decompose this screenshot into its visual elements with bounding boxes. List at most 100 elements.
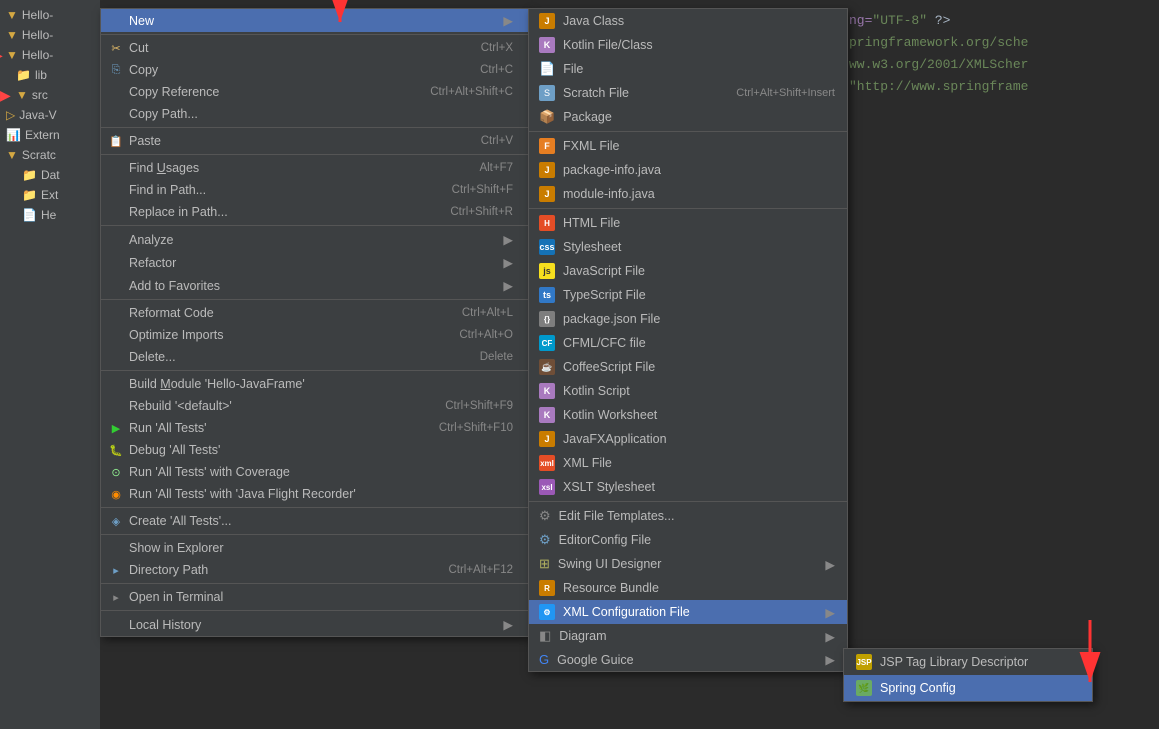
submenu-sep-2 — [529, 208, 847, 209]
menu-item-analyze[interactable]: Analyze ▶ — [101, 228, 529, 251]
submenu-item-javafx[interactable]: J JavaFXApplication — [529, 427, 847, 451]
submenu-item-pkg-info[interactable]: J package-info.java — [529, 158, 847, 182]
menu-item-rebuild[interactable]: Rebuild '<default>' Ctrl+Shift+F9 — [101, 395, 529, 417]
submenu-item-xslt[interactable]: xsl XSLT Stylesheet — [529, 475, 847, 499]
scratch-icon: S — [539, 85, 555, 101]
shortcut-optimize: Ctrl+Alt+O — [459, 329, 513, 341]
menu-item-dir-path[interactable]: ▸ Directory Path Ctrl+Alt+F12 — [101, 559, 529, 581]
submenu-item-resource-bundle[interactable]: R Resource Bundle — [529, 576, 847, 600]
folder-icon: 📁 — [22, 168, 37, 182]
sidebar-label: Scratc — [22, 148, 56, 162]
submenu-item-cfml[interactable]: CF CFML/CFC file — [529, 331, 847, 355]
menu-label: Refactor — [129, 256, 176, 270]
menu-item-find-usages[interactable]: Find Usages Alt+F7 — [101, 157, 529, 179]
submenu-item-coffee[interactable]: ☕ CoffeeScript File — [529, 355, 847, 379]
fxml-icon: F — [539, 138, 555, 154]
menu-item-delete[interactable]: Delete... Delete — [101, 346, 529, 368]
folder-icon: ▼ — [6, 148, 18, 162]
menu-label: Copy — [129, 63, 158, 77]
sidebar: ▼ Hello- ▼ Hello- ▶ ▼ Hello- 📁 lib ▶ ▼ s… — [0, 0, 100, 729]
sidebar-item-ext[interactable]: 📁 Ext — [0, 185, 100, 205]
submenu-item-css[interactable]: css Stylesheet — [529, 235, 847, 259]
kotlin-script-icon: K — [539, 383, 555, 399]
submenu-item-jsp-tag[interactable]: JSP JSP Tag Library Descriptor — [844, 649, 1092, 675]
submenu-item-google-guice[interactable]: G Google Guice ▶ — [529, 648, 847, 671]
sidebar-label: Java-V — [19, 108, 56, 122]
submenu-item-mod-info[interactable]: J module-info.java — [529, 182, 847, 206]
sidebar-item-dat[interactable]: 📁 Dat — [0, 165, 100, 185]
submenu-item-html[interactable]: H HTML File — [529, 211, 847, 235]
sidebar-item-hello1[interactable]: ▼ Hello- — [0, 5, 100, 25]
menu-item-build[interactable]: Build Module 'Hello-JavaFrame' — [101, 373, 529, 395]
xml-config-arrow: ▶ — [825, 605, 835, 620]
menu-label: Create 'All Tests'... — [129, 514, 232, 528]
menu-separator-8 — [101, 534, 529, 535]
sidebar-item-javav[interactable]: ▷ Java-V — [0, 105, 100, 125]
json-icon: {} — [539, 311, 555, 327]
submenu-label: FXML File — [563, 139, 620, 153]
submenu-label: module-info.java — [563, 187, 655, 201]
sidebar-item-hello2[interactable]: ▼ Hello- — [0, 25, 100, 45]
submenu-item-json[interactable]: {} package.json File — [529, 307, 847, 331]
menu-item-paste[interactable]: 📋 Paste Ctrl+V — [101, 130, 529, 152]
menu-item-find-path[interactable]: Find in Path... Ctrl+Shift+F — [101, 179, 529, 201]
submenu-label: Stylesheet — [563, 240, 621, 254]
submenu-item-spring-config[interactable]: 🌿 Spring Config — [844, 675, 1092, 701]
spring-icon: 🌿 — [856, 680, 872, 696]
editor-content: ng="UTF-8" ?> pringframework.org/sche ww… — [839, 0, 1159, 729]
submenu-item-js[interactable]: js JavaScript File — [529, 259, 847, 283]
menu-item-copy-path[interactable]: Copy Path... — [101, 103, 529, 125]
menu-item-coverage[interactable]: ⊙ Run 'All Tests' with Coverage — [101, 461, 529, 483]
sidebar-label: He — [41, 208, 56, 222]
javafx-icon: J — [539, 431, 555, 447]
sidebar-item-extern[interactable]: 📊 Extern — [0, 125, 100, 145]
submenu-item-fxml[interactable]: F FXML File — [529, 134, 847, 158]
sidebar-label: Ext — [41, 188, 58, 202]
menu-item-refactor[interactable]: Refactor ▶ — [101, 251, 529, 274]
sidebar-label: src — [32, 88, 48, 102]
menu-item-run-tests[interactable]: ▶ Run 'All Tests' Ctrl+Shift+F10 — [101, 417, 529, 439]
menu-item-debug-tests[interactable]: 🐛 Debug 'All Tests' — [101, 439, 529, 461]
submenu-item-java-class[interactable]: J Java Class — [529, 9, 847, 33]
menu-item-favorites[interactable]: Add to Favorites ▶ — [101, 274, 529, 297]
submenu-item-file-templates[interactable]: ⚙ Edit File Templates... — [529, 504, 847, 528]
submenu-item-xml-config[interactable]: ⚙ XML Configuration File ▶ — [529, 600, 847, 624]
create-icon: ◈ — [107, 515, 125, 528]
submenu-item-scratch[interactable]: S Scratch File Ctrl+Alt+Shift+Insert — [529, 81, 847, 105]
menu-item-optimize[interactable]: Optimize Imports Ctrl+Alt+O — [101, 324, 529, 346]
shortcut-scratch: Ctrl+Alt+Shift+Insert — [736, 87, 835, 99]
favorites-arrow: ▶ — [503, 278, 513, 293]
submenu-item-file[interactable]: 📄 File — [529, 57, 847, 81]
coffee-icon: ☕ — [539, 359, 555, 375]
sidebar-item-he[interactable]: 📄 He — [0, 205, 100, 225]
submenu-item-kotlin-worksheet[interactable]: K Kotlin Worksheet — [529, 403, 847, 427]
submenu-label: Google Guice — [557, 653, 633, 667]
sidebar-item-src[interactable]: ▶ ▼ src — [0, 85, 100, 105]
menu-item-flight[interactable]: ◉ Run 'All Tests' with 'Java Flight Reco… — [101, 483, 529, 505]
menu-item-explorer[interactable]: Show in Explorer — [101, 537, 529, 559]
menu-item-terminal[interactable]: ▸ Open in Terminal — [101, 586, 529, 608]
sidebar-label: Hello- — [22, 8, 53, 22]
menu-item-replace-path[interactable]: Replace in Path... Ctrl+Shift+R — [101, 201, 529, 223]
menu-item-copy[interactable]: ⎘ Copy Ctrl+C — [101, 59, 529, 81]
menu-item-cut[interactable]: ✂ Cut Ctrl+X — [101, 37, 529, 59]
submenu-item-xml[interactable]: xml XML File — [529, 451, 847, 475]
shortcut-rebuild: Ctrl+Shift+F9 — [445, 400, 513, 412]
menu-item-reformat[interactable]: Reformat Code Ctrl+Alt+L — [101, 302, 529, 324]
menu-item-copy-reference[interactable]: Copy Reference Ctrl+Alt+Shift+C — [101, 81, 529, 103]
submenu-item-package[interactable]: 📦 Package — [529, 105, 847, 129]
submenu-item-kotlin-class[interactable]: K Kotlin File/Class — [529, 33, 847, 57]
submenu-label: Edit File Templates... — [559, 509, 675, 523]
menu-item-history[interactable]: Local History ▶ — [101, 613, 529, 636]
sidebar-item-lib[interactable]: 📁 lib — [0, 65, 100, 85]
sidebar-item-scratch[interactable]: ▼ Scratc — [0, 145, 100, 165]
submenu-item-editorconfig[interactable]: ⚙ EditorConfig File — [529, 528, 847, 552]
submenu-item-swing[interactable]: ⊞ Swing UI Designer ▶ — [529, 552, 847, 576]
menu-label: Run 'All Tests' with Coverage — [129, 465, 290, 479]
sidebar-item-hello3[interactable]: ▶ ▼ Hello- — [0, 45, 100, 65]
submenu-item-diagram[interactable]: ◧ Diagram ▶ — [529, 624, 847, 648]
menu-item-new[interactable]: New ▶ — [101, 9, 529, 32]
submenu-item-kotlin-script[interactable]: K Kotlin Script — [529, 379, 847, 403]
submenu-item-ts[interactable]: ts TypeScript File — [529, 283, 847, 307]
menu-item-create-tests[interactable]: ◈ Create 'All Tests'... — [101, 510, 529, 532]
